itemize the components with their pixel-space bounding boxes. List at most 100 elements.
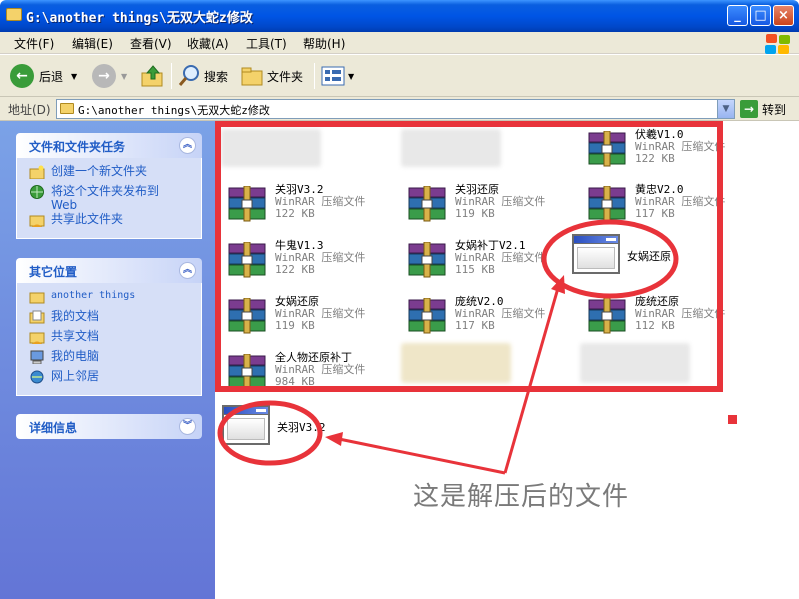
file-item-archive[interactable]: 关羽还原 WinRAR 压缩文件 119 KB xyxy=(400,183,550,233)
blurred-item xyxy=(401,343,511,383)
up-folder-button[interactable] xyxy=(140,63,166,89)
minimize-button[interactable]: _ xyxy=(727,5,748,26)
file-item-archive[interactable]: 庞统V2.0 WinRAR 压缩文件 117 KB xyxy=(400,295,550,345)
file-size: 115 KB xyxy=(455,263,495,276)
task-new-folder[interactable]: 创建一个新文件夹 xyxy=(17,164,201,184)
collapse-icon[interactable]: ︽ xyxy=(179,137,196,154)
folders-button[interactable]: 文件夹 xyxy=(240,63,303,89)
menu-favorites[interactable]: 收藏(A) xyxy=(187,35,229,52)
menu-edit[interactable]: 编辑(E) xyxy=(72,35,113,52)
file-size: 984 KB xyxy=(275,375,315,388)
views-button[interactable]: ▼ xyxy=(321,63,354,89)
back-label: 后退 xyxy=(39,69,64,84)
expand-icon[interactable]: ︾ xyxy=(179,418,196,435)
back-button[interactable]: ← 后退 ▼ xyxy=(10,63,77,89)
winrar-archive-icon xyxy=(408,298,446,334)
address-dropdown-button[interactable]: ▼ xyxy=(717,100,734,118)
close-button[interactable]: × xyxy=(773,5,794,26)
menu-help[interactable]: 帮助(H) xyxy=(303,35,345,52)
file-item-archive[interactable]: 全人物还原补丁 WinRAR 压缩文件 984 KB xyxy=(220,351,370,401)
place-label: 共享文档 xyxy=(51,329,100,343)
folders-icon xyxy=(241,67,263,86)
winrar-archive-icon xyxy=(588,186,626,222)
file-item-archive[interactable]: 女娲补丁V2.1 WinRAR 压缩文件 115 KB xyxy=(400,239,550,289)
file-item-archive[interactable]: 关羽V3.2 WinRAR 压缩文件 122 KB xyxy=(220,183,370,233)
file-size: 122 KB xyxy=(635,152,675,165)
file-size: 122 KB xyxy=(275,207,315,220)
winrar-archive-icon xyxy=(408,242,446,278)
search-label: 搜索 xyxy=(204,69,229,84)
file-size: 122 KB xyxy=(275,263,315,276)
address-bar: 地址(D) G:\another things\无双大蛇z修改 ▼ → 转到 xyxy=(0,97,799,121)
go-button[interactable]: → 转到 xyxy=(740,99,786,119)
menu-bar: 文件(F) 编辑(E) 查看(V) 收藏(A) 工具(T) 帮助(H) xyxy=(0,32,799,54)
toolbar: ← 后退 ▼ → ▼ 搜索 文件夹 ▼ xyxy=(0,55,799,97)
file-item-archive[interactable]: 伏羲V1.0 WinRAR 压缩文件 122 KB xyxy=(580,128,730,178)
place-my-computer[interactable]: 我的电脑 xyxy=(17,349,201,369)
file-item-archive[interactable]: 女娲还原 WinRAR 压缩文件 119 KB xyxy=(220,295,370,345)
menu-tools[interactable]: 工具(T) xyxy=(246,35,287,52)
maximize-button[interactable]: □ xyxy=(750,5,771,26)
file-name: 关羽V3.2 xyxy=(277,421,326,434)
arrow-head xyxy=(551,275,565,294)
file-item-exe[interactable]: 女娲还原 xyxy=(572,234,730,289)
menu-view[interactable]: 查看(V) xyxy=(130,35,172,52)
place-another-things[interactable]: another things xyxy=(17,289,201,309)
network-icon xyxy=(30,370,44,384)
place-network[interactable]: 网上邻居 xyxy=(17,369,201,389)
file-tasks-panel: 文件和文件夹任务 ︽ 创建一个新文件夹 将这个文件夹发布到 Web 共享此文件夹 xyxy=(16,133,202,239)
shared-documents-icon xyxy=(29,332,45,344)
file-item-archive[interactable]: 牛鬼V1.3 WinRAR 压缩文件 122 KB xyxy=(220,239,370,289)
separator xyxy=(171,63,172,89)
task-share-folder[interactable]: 共享此文件夹 xyxy=(17,212,201,232)
separator xyxy=(314,63,315,89)
panel-header[interactable]: 文件和文件夹任务 ︽ xyxy=(16,133,202,158)
file-size: 119 KB xyxy=(455,207,495,220)
file-size: 119 KB xyxy=(275,319,315,332)
views-icon xyxy=(321,66,345,86)
folders-label: 文件夹 xyxy=(267,69,304,84)
blurred-item xyxy=(580,343,690,383)
share-folder-icon xyxy=(29,215,45,227)
place-label: 我的电脑 xyxy=(51,349,100,363)
search-icon xyxy=(178,65,199,86)
forward-button[interactable]: → ▼ xyxy=(92,63,127,89)
file-item-exe[interactable]: 关羽V3.2 xyxy=(220,405,370,458)
file-size: 112 KB xyxy=(635,319,675,332)
forward-arrow-icon: → xyxy=(92,64,116,88)
menu-file[interactable]: 文件(F) xyxy=(14,35,54,52)
winrar-archive-icon xyxy=(228,354,266,390)
place-my-documents[interactable]: 我的文档 xyxy=(17,309,201,329)
winrar-archive-icon xyxy=(588,298,626,334)
task-publish-web[interactable]: 将这个文件夹发布到 Web xyxy=(17,184,201,212)
task-label: 共享此文件夹 xyxy=(51,212,124,226)
computer-icon xyxy=(30,350,44,364)
winrar-archive-icon xyxy=(228,186,266,222)
search-button[interactable]: 搜索 xyxy=(178,63,228,89)
place-shared-documents[interactable]: 共享文档 xyxy=(17,329,201,349)
task-label: 将这个文件夹发布到 xyxy=(51,184,160,198)
back-arrow-icon: ← xyxy=(10,64,34,88)
other-places-panel: 其它位置 ︽ another things 我的文档 共享文档 我的电脑 网上邻… xyxy=(16,258,202,396)
up-folder-icon xyxy=(141,65,163,87)
application-icon xyxy=(222,405,270,445)
winrar-archive-icon xyxy=(228,298,266,334)
red-marker xyxy=(728,415,737,424)
annotation-callout: 这是解压后的文件 xyxy=(413,482,630,512)
chevron-down-icon: ▼ xyxy=(348,71,355,81)
winrar-archive-icon xyxy=(408,186,446,222)
file-item-archive[interactable]: 黄忠V2.0 WinRAR 压缩文件 117 KB xyxy=(580,183,730,233)
details-panel: 详细信息 ︾ xyxy=(16,414,202,439)
panel-header[interactable]: 其它位置 ︽ xyxy=(16,258,202,283)
file-size: 117 KB xyxy=(635,207,675,220)
collapse-icon[interactable]: ︽ xyxy=(179,262,196,279)
file-item-archive[interactable]: 庞统还原 WinRAR 压缩文件 112 KB xyxy=(580,295,730,345)
address-input[interactable]: G:\another things\无双大蛇z修改 ▼ xyxy=(56,99,735,119)
winrar-archive-icon xyxy=(588,131,626,167)
panel-title: 文件和文件夹任务 xyxy=(29,140,126,154)
blurred-item xyxy=(221,129,321,167)
address-label: 地址(D) xyxy=(8,103,51,117)
panel-header[interactable]: 详细信息 ︾ xyxy=(16,414,202,439)
new-folder-icon xyxy=(29,165,45,179)
file-name: 女娲还原 xyxy=(627,250,671,263)
